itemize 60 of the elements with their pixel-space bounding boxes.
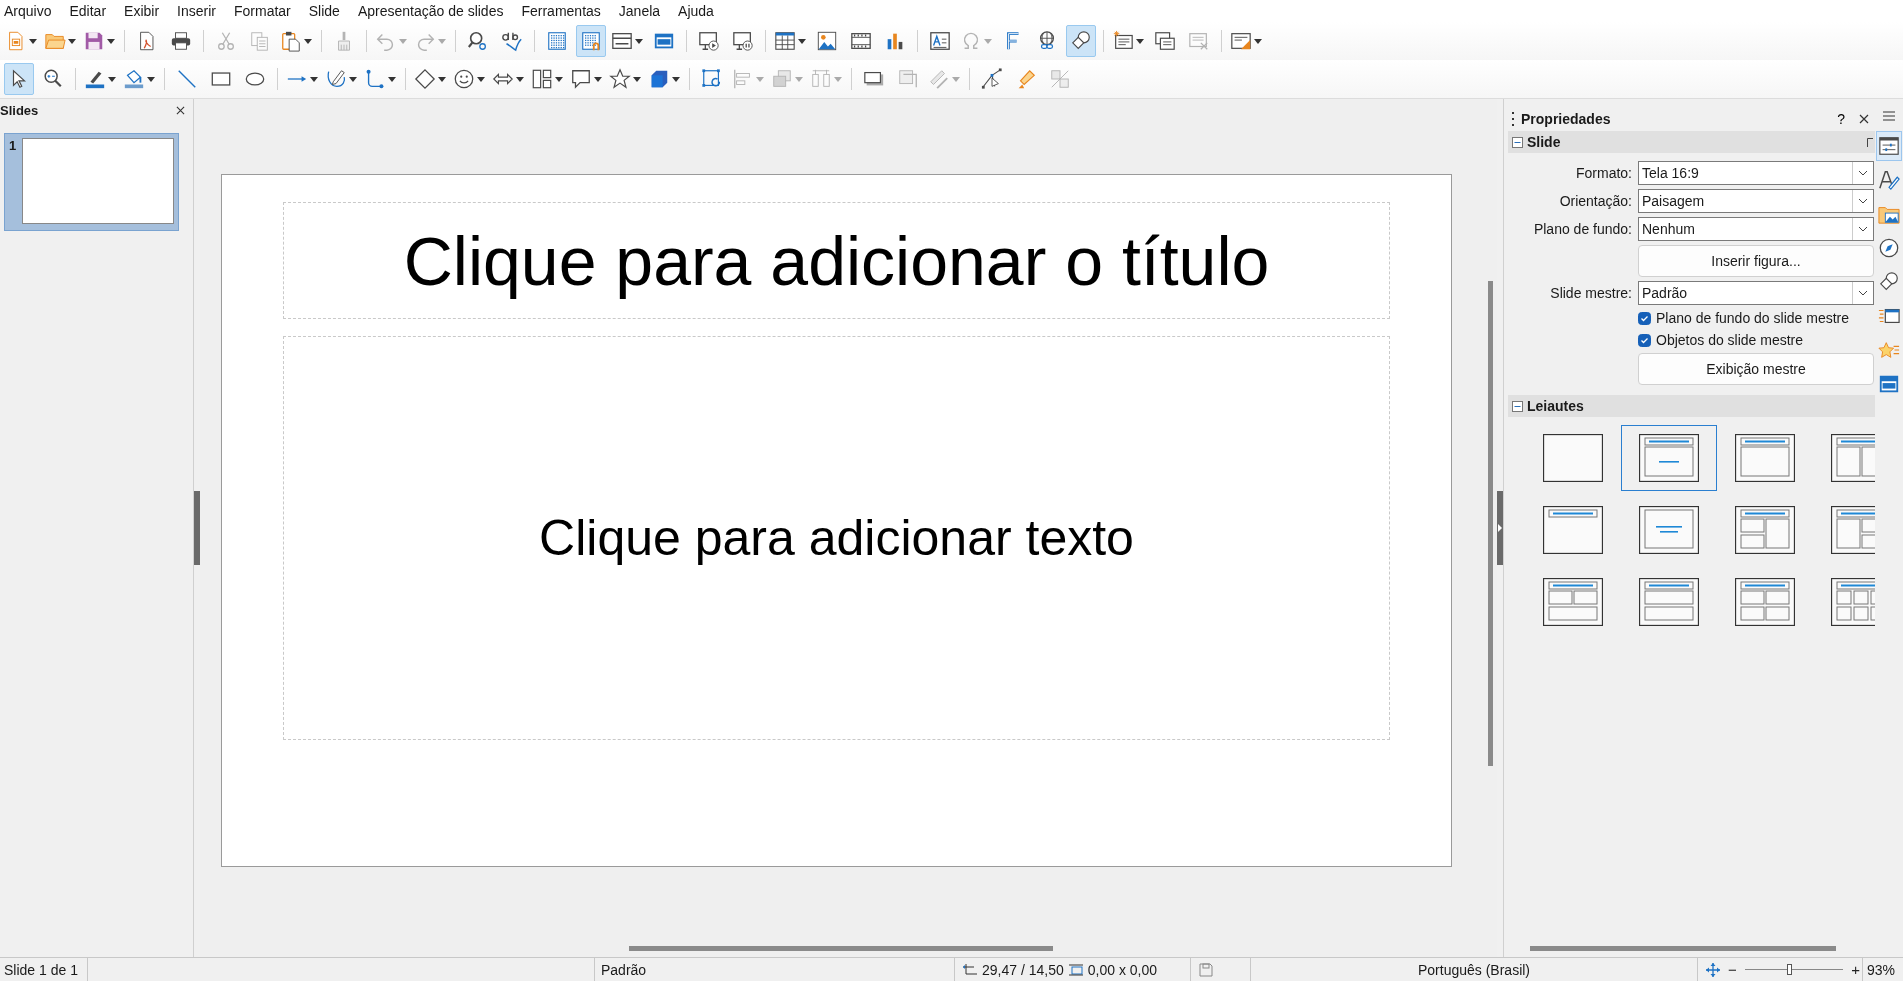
snap-grid-icon[interactable] <box>576 25 606 57</box>
menu-item[interactable]: Inserir <box>173 3 224 19</box>
dropdown-field[interactable]: Paisagem <box>1638 189 1874 213</box>
position-icon <box>963 963 977 976</box>
field-label: Slide mestre: <box>1549 285 1632 301</box>
zoom-level: 93% <box>1866 960 1897 980</box>
menu-item[interactable]: Apresentação de slides <box>353 3 512 19</box>
collapse-icon[interactable] <box>1512 400 1523 412</box>
title-placeholder[interactable]: Clique para adicionar o título <box>283 202 1390 319</box>
slide-thumbnail-item[interactable]: 1 <box>4 133 179 231</box>
size-icon <box>1068 963 1083 976</box>
section-title: Slide <box>1527 134 1562 150</box>
dropdown-field[interactable]: Padrão <box>1638 281 1874 305</box>
grip-icon[interactable] <box>1512 112 1515 126</box>
menu-item[interactable]: Exibir <box>120 3 168 19</box>
more-options-icon[interactable] <box>1867 137 1874 147</box>
field-label: Formato: <box>1575 165 1632 181</box>
section-title: Leiautes <box>1527 398 1585 414</box>
horizontal-scrollbar[interactable] <box>629 946 1053 951</box>
pointer-icon[interactable] <box>4 63 34 95</box>
sidebar-button[interactable]: Exibição mestre <box>1638 353 1874 385</box>
checkbox[interactable] <box>1638 311 1651 325</box>
menu-item[interactable]: Formatar <box>229 3 299 19</box>
menu-item[interactable]: Ajuda <box>674 3 722 19</box>
slide-count: Slide 1 de 1 <box>0 958 88 981</box>
collapse-handle[interactable] <box>194 491 200 565</box>
dropdown-field[interactable]: Tela 16:9 <box>1638 161 1874 185</box>
menu-item[interactable]: Arquivo <box>0 3 60 19</box>
dropdown-field[interactable]: Nenhum <box>1638 217 1874 241</box>
collapse-icon[interactable] <box>1512 136 1523 148</box>
menu-item[interactable]: Janela <box>614 3 669 19</box>
layout-thumbnail[interactable] <box>1621 425 1717 491</box>
size-value: 0,00 x 0,00 <box>1087 961 1158 978</box>
close-icon[interactable] <box>1857 112 1871 126</box>
checkbox-label[interactable]: Objetos do slide mestre <box>1656 332 1804 348</box>
properties-icon[interactable] <box>1876 131 1902 161</box>
language[interactable]: Português (Brasil) <box>1251 958 1698 981</box>
position-value: 29,47 / 14,50 <box>982 961 1064 978</box>
zoom-out-button[interactable]: − <box>1726 961 1739 978</box>
pane-title: Slides <box>0 102 39 118</box>
sidebar-button[interactable]: Inserir figura... <box>1638 245 1874 277</box>
menu-icon[interactable] <box>1883 111 1895 121</box>
sidebar-title: Propriedades <box>1521 111 1612 127</box>
slide-number: 1 <box>9 138 17 153</box>
fit-page-icon[interactable] <box>1706 962 1720 977</box>
help-button[interactable]: ? <box>1831 111 1851 127</box>
text-placeholder[interactable]: Clique para adicionar texto <box>283 336 1390 740</box>
checkbox-label[interactable]: Plano de fundo do slide mestre <box>1656 310 1849 326</box>
field-label: Plano de fundo: <box>1532 221 1632 237</box>
menu-item[interactable]: Slide <box>304 3 348 19</box>
menu-item[interactable]: Ferramentas <box>517 3 609 19</box>
vertical-scrollbar[interactable] <box>1488 281 1493 766</box>
horizontal-scrollbar[interactable] <box>1530 946 1836 951</box>
checkbox[interactable] <box>1638 333 1651 347</box>
zoom-in-button[interactable]: + <box>1849 961 1862 978</box>
field-label: Orientação: <box>1558 193 1632 209</box>
master-name: Padrão <box>595 958 955 981</box>
menu-item[interactable]: Editar <box>65 3 115 19</box>
shapes-icon[interactable] <box>1066 25 1096 57</box>
collapse-handle[interactable] <box>1497 491 1503 565</box>
